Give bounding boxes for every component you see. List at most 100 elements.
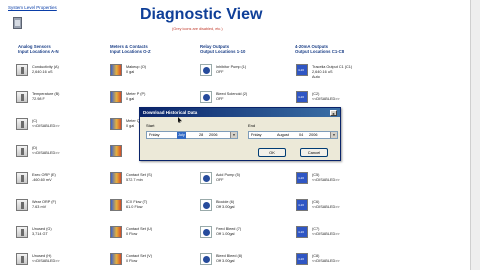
ma-output-text: (C6) <<DISABLED>> [312, 200, 340, 210]
ma-output-text: (C5) <<DISABLED>> [312, 173, 340, 183]
start-month[interactable]: July [177, 132, 186, 139]
meter-contact-text: Meter P (P) 0 gal [126, 92, 145, 102]
analog-sensor-text: Exec ORP (E) -460.60 mV [32, 173, 56, 183]
relay-output-icon[interactable] [200, 172, 212, 184]
relay-output-text: Inhibitor Pump (1) OFF [216, 65, 246, 75]
column-header-outputs: 4-20mA Outputs Output Locations C1-C8 [295, 44, 345, 54]
analog-sensor-icon[interactable] [16, 118, 28, 130]
ma-output-icon[interactable] [296, 172, 308, 184]
meter-contact-icon[interactable] [110, 118, 122, 130]
meter-contact-icon[interactable] [110, 91, 122, 103]
chevron-down-icon[interactable]: ▼ [230, 132, 237, 138]
relay-output-text: Feed Bleed (7) Off 1.00gal [216, 227, 241, 237]
analog-sensor-text: (C) <<DISABLED>> [32, 119, 60, 129]
relay-output-text: Acid Pump (5) OFF [216, 173, 240, 183]
analog-sensor-text: Unused (H) <<DISABLED>> [32, 254, 60, 264]
column-header-analog: Analog Sensors Input Locations A-N [18, 44, 59, 54]
meter-contact-value: 0 Flow [126, 259, 138, 263]
meter-contact-icon[interactable] [110, 172, 122, 184]
meter-contact-value: 0 gal [126, 97, 135, 101]
relay-output-icon[interactable] [200, 253, 212, 265]
ma-output-value: <<DISABLED>> [312, 178, 340, 182]
analog-sensor-text: Conductivity (A) 2,640.16 uS [32, 65, 59, 75]
end-year[interactable]: 2006 [309, 132, 317, 139]
analog-sensor-text: Unused (G) 3,714 GT [32, 227, 52, 237]
analog-sensor-value: <<DISABLED>> [32, 124, 60, 128]
analog-sensor-value: <<DISABLED>> [32, 259, 60, 263]
relay-output-icon[interactable] [200, 91, 212, 103]
relay-output-value: OFF [216, 70, 224, 74]
relay-output-value: OFF [216, 178, 224, 182]
start-day[interactable]: 28 [199, 132, 203, 139]
end-day[interactable]: 04 [299, 132, 303, 139]
meter-contact-value: 572.7 min [126, 178, 143, 182]
meter-contact-icon[interactable] [110, 253, 122, 265]
ma-output-value: <<DISABLED>> [312, 259, 340, 263]
relay-output-value: Off 3.00gal [216, 205, 235, 209]
relay-output-value: Off 3.00gal [216, 259, 235, 263]
analog-sensor-text: Wear ORP (F) 7.63 mV [32, 200, 56, 210]
analog-sensor-icon[interactable] [16, 226, 28, 238]
meter-contact-value: 0 gal [126, 70, 135, 74]
relay-output-value: Off 1.00gal [216, 232, 235, 236]
relay-output-text: Bleed Bleed (8) Off 3.00gal [216, 254, 242, 264]
ma-output-icon[interactable] [296, 199, 308, 211]
start-label: Start [146, 123, 155, 128]
relay-output-value: OFF [216, 97, 224, 101]
ma-output-icon[interactable] [296, 253, 308, 265]
meter-contact-text: Contact Set (V) 0 Flow [126, 254, 152, 264]
app-icon[interactable] [13, 17, 22, 29]
dialog-title: Download Historical Data [143, 110, 198, 115]
meter-contact-icon[interactable] [110, 199, 122, 211]
ma-output-mode: Auto [312, 75, 320, 79]
relay-output-icon[interactable] [200, 226, 212, 238]
analog-sensor-text: (D) <<DISABLED>> [32, 146, 60, 156]
end-date-picker[interactable]: Friday August 04 2006 ▼ [248, 131, 338, 139]
analog-sensor-value: 3,714 GT [32, 232, 48, 236]
analog-sensor-value: 7.63 mV [32, 205, 47, 209]
vertical-scrollbar[interactable] [470, 0, 480, 270]
meter-contact-icon[interactable] [110, 226, 122, 238]
close-icon[interactable]: x [330, 109, 337, 116]
ma-output-text: (C8) <<DISABLED>> [312, 254, 340, 264]
meter-contact-text: Contact Set (U) 0 Flow [126, 227, 152, 237]
page-subtitle: (Grey icons are disabled, etc.) [172, 27, 223, 31]
meter-contact-icon[interactable] [110, 64, 122, 76]
end-label: End [248, 123, 256, 128]
ok-button[interactable]: OK [258, 148, 286, 157]
ma-output-text: (C7) <<DISABLED>> [312, 227, 340, 237]
dialog-title-bar[interactable]: Download Historical Data x [140, 108, 340, 117]
relay-output-icon[interactable] [200, 64, 212, 76]
analog-sensor-icon[interactable] [16, 145, 28, 157]
meter-contact-text: Contact Set (S) 572.7 min [126, 173, 152, 183]
ma-output-icon[interactable] [296, 226, 308, 238]
meter-contact-text: ICX Flow (T) 61.0 Flow [126, 200, 147, 210]
ma-output-icon[interactable] [296, 91, 308, 103]
analog-sensor-icon[interactable] [16, 64, 28, 76]
analog-sensor-text: Temperature (B) 72.98 F [32, 92, 59, 102]
analog-sensor-value: 72.98 F [32, 97, 45, 101]
end-weekday: Friday [251, 133, 262, 137]
ma-output-text: (C2) <<DISABLED>> [312, 92, 340, 102]
analog-sensor-icon[interactable] [16, 253, 28, 265]
meter-contact-icon[interactable] [110, 145, 122, 157]
relay-output-text: Biocide (6) Off 3.00gal [216, 200, 235, 210]
analog-sensor-value: -460.60 mV [32, 178, 52, 182]
ma-output-icon[interactable] [296, 64, 308, 76]
relay-output-text: Bleed Solenoid (2) OFF [216, 92, 247, 102]
column-header-meters: Meters & Contacts Input Locations O-Z [110, 44, 151, 54]
end-month[interactable]: August [277, 132, 289, 139]
relay-output-icon[interactable] [200, 199, 212, 211]
analog-sensor-icon[interactable] [16, 91, 28, 103]
download-historical-data-dialog: Download Historical Data x Start End Fri… [139, 107, 341, 161]
analog-sensor-icon[interactable] [16, 199, 28, 211]
analog-sensor-icon[interactable] [16, 172, 28, 184]
chevron-down-icon[interactable]: ▼ [330, 132, 337, 138]
meter-contact-text: Makeup (O) 0 gal [126, 65, 146, 75]
start-date-picker[interactable]: Friday July 28 2006 ▼ [146, 131, 238, 139]
start-year[interactable]: 2006 [209, 132, 217, 139]
system-level-properties-link[interactable]: System Level Properties [8, 5, 57, 10]
ma-output-text: Tracelia Output C1 (C1) 2,640.16 uS Auto [312, 65, 352, 80]
cancel-button[interactable]: Cancel [300, 148, 328, 157]
ma-output-value: <<DISABLED>> [312, 97, 340, 101]
